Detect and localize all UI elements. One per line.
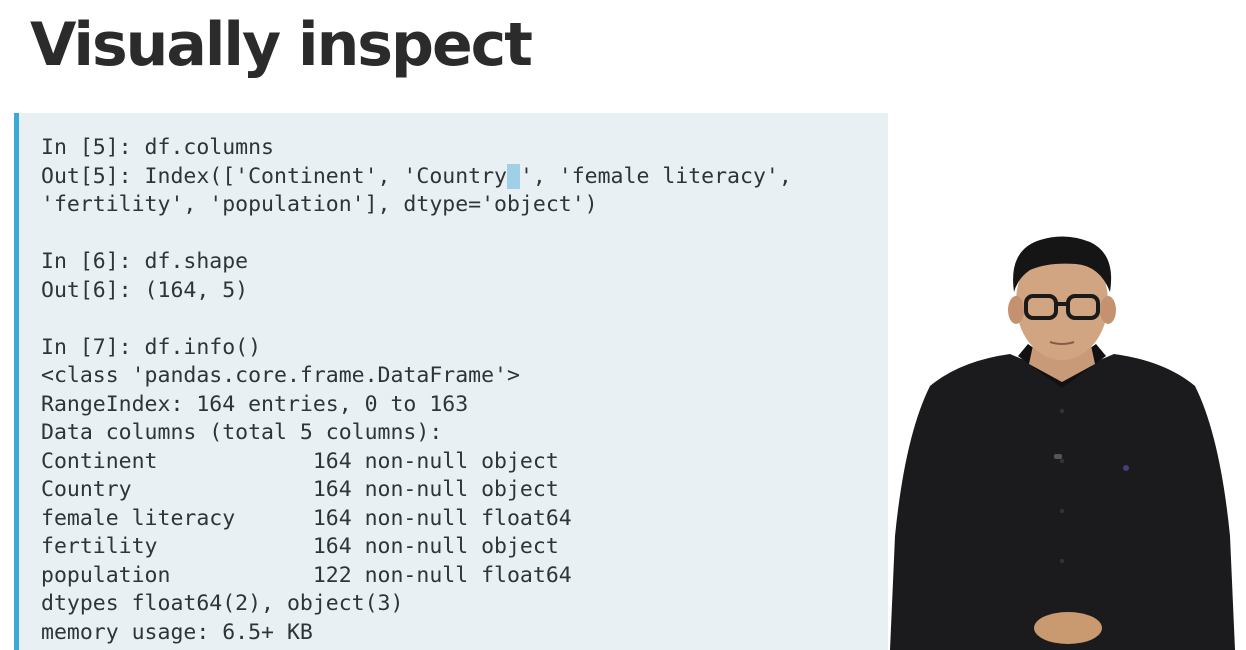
code-line: 'fertility', 'population'], dtype='objec… [41, 192, 598, 217]
text-selection-highlight [507, 163, 520, 189]
code-line: memory usage: 6.5+ KB [41, 619, 313, 645]
code-line-highlighted: Out[5]: Index(['Continent', 'Country ', … [41, 163, 792, 189]
code-line: <class 'pandas.core.frame.DataFrame'> [41, 363, 520, 388]
code-output: In [5]: df.columns Out[5]: Index(['Contin… [41, 134, 792, 647]
code-line: population 122 non-null float64 [41, 562, 572, 588]
code-line: dtypes float64(2), object(3) [41, 591, 404, 616]
code-line: In [7]: df.info() [41, 334, 262, 360]
code-line: Out[6]: (164, 5) [41, 277, 249, 303]
code-line: Country 164 non-null object [41, 477, 559, 502]
code-panel: In [5]: df.columns Out[5]: Index(['Contin… [14, 113, 888, 650]
code-line: RangeIndex: 164 entries, 0 to 163 [41, 391, 469, 417]
presenter-video [890, 236, 1235, 650]
code-line: female literacy 164 non-null float64 [41, 505, 572, 531]
presenter-shirt [890, 354, 1235, 650]
code-line: fertility 164 non-null object [41, 534, 559, 559]
code-line: Data columns (total 5 columns): [41, 420, 443, 445]
presenter-hands [1034, 612, 1102, 644]
code-line: In [6]: df.shape [41, 249, 249, 274]
code-line: In [5]: df.columns [41, 135, 274, 160]
code-line: Continent 164 non-null object [41, 448, 559, 474]
slide-title: Visually inspect [30, 10, 533, 80]
